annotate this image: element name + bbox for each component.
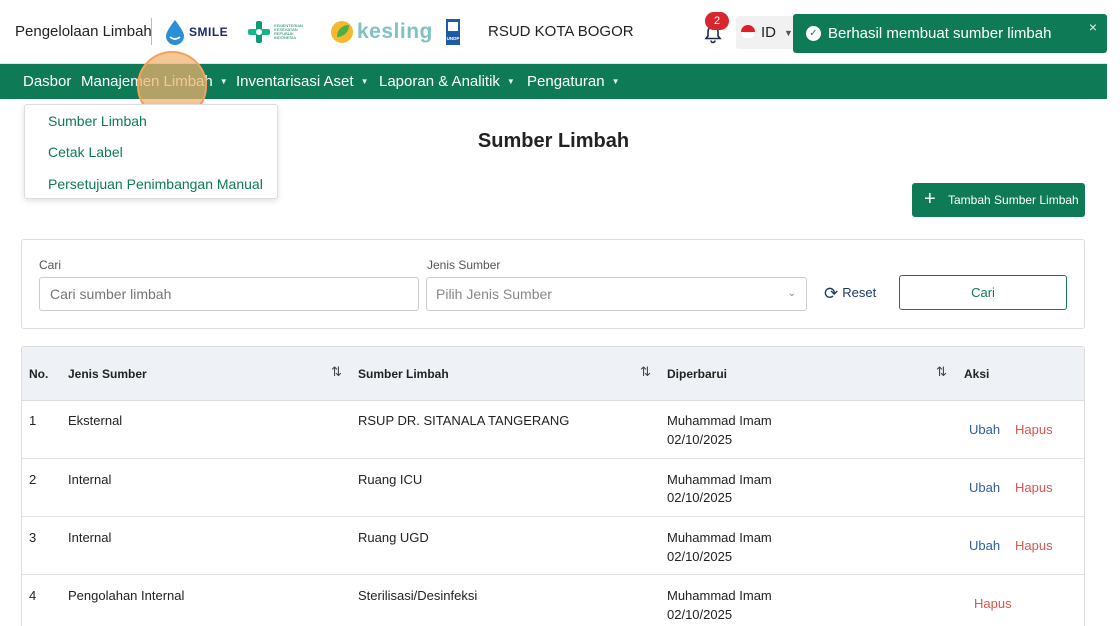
indonesia-flag-icon [741,25,755,39]
column-no: No. [29,367,49,381]
source-name: Sterilisasi/Desinfeksi [358,588,478,603]
column-diperbarui: Diperbarui [667,367,728,381]
reset-button[interactable]: ⟳ Reset [824,284,876,304]
water-drop-icon [166,20,184,45]
delete-link[interactable]: Hapus [1015,538,1053,553]
chevron-down-icon: ▼ [360,77,369,86]
nav-item-manajemen-limbah[interactable]: Manajemen Limbah ▼ [81,73,228,90]
kemenkes-emblem-icon [248,21,270,43]
chevron-down-icon: ▼ [506,77,515,86]
plus-icon: + [924,188,936,210]
updated-date: 02/10/2025 [667,549,733,564]
notification-badge: 2 [705,12,729,30]
chevron-down-icon: ▼ [611,77,620,86]
toast-message: Berhasil membuat sumber limbah [828,25,1052,42]
kesling-logo: kesling [330,16,433,48]
updated-by: Muhammad Imam [667,530,772,545]
nav-item-laporan-analitik[interactable]: Laporan & Analitik ▼ [379,73,515,90]
table-row: 2 Internal Ruang ICU Muhammad Imam 02/10… [22,459,1084,517]
close-icon[interactable]: × [1089,19,1097,35]
kesling-leaf-icon [331,21,353,43]
updated-date: 02/10/2025 [667,432,733,447]
delete-link[interactable]: Hapus [1015,422,1053,437]
main-nav: Dasbor Manajemen Limbah ▼ Inventarisasi A… [0,64,1107,99]
delete-link[interactable]: Hapus [974,596,1012,611]
updated-by: Muhammad Imam [667,588,772,603]
row-number: 4 [29,588,37,603]
undp-logo: UNDP [446,16,460,48]
chevron-down-icon: ▼ [784,28,793,38]
source-type: Internal [68,530,112,545]
edit-link[interactable]: Ubah [969,480,1000,495]
column-jenis-sumber: Jenis Sumber [68,367,147,381]
source-type: Pengolahan Internal [68,588,185,603]
updated-date: 02/10/2025 [667,607,733,622]
column-sumber-limbah: Sumber Limbah [358,367,449,381]
menu-item-sumber-limbah[interactable]: Sumber Limbah [48,113,147,129]
nav-item-pengaturan[interactable]: Pengaturan ▼ [527,73,620,90]
row-number: 1 [29,413,37,428]
nav-item-dasbor[interactable]: Dasbor [23,73,71,90]
language-selector[interactable]: ID ▼ [736,16,796,49]
source-name: RSUP DR. SITANALA TANGERANG [358,413,570,428]
search-input[interactable] [39,277,419,311]
success-toast: ✓ Berhasil membuat sumber limbah × [793,14,1107,53]
updated-by: Muhammad Imam [667,472,772,487]
sort-icon[interactable]: ⇅ [936,364,947,380]
source-type: Eksternal [68,413,123,428]
chevron-down-icon: ⌄ [787,288,796,299]
app-name: Pengelolaan Limbah [15,23,152,40]
source-type-label: Jenis Sumber [427,258,501,272]
smile-logo: SMILE [164,16,228,48]
source-name: Ruang ICU [358,472,423,487]
updated-date: 02/10/2025 [667,490,733,505]
waste-source-table: No. Jenis Sumber ⇅ Sumber Limbah ⇅ Diper… [21,346,1085,626]
row-number: 3 [29,530,37,545]
column-aksi: Aksi [964,367,990,381]
edit-link[interactable]: Ubah [969,538,1000,553]
refresh-icon: ⟳ [824,284,839,303]
menu-item-persetujuan-penimbangan-manual[interactable]: Persetujuan Penimbangan Manual [48,176,263,192]
sort-icon[interactable]: ⇅ [640,364,651,380]
row-number: 2 [29,472,37,487]
table-row: 4 Pengolahan Internal Sterilisasi/Desinf… [22,576,1084,626]
edit-link[interactable]: Ubah [969,422,1000,437]
nav-item-inventarisasi-aset[interactable]: Inventarisasi Aset ▼ [236,73,368,90]
kemenkes-logo: KEMENTERIAN KESEHATAN REPUBLIK INDONESIA [247,16,304,48]
table-row: 1 Eksternal RSUP DR. SITANALA TANGERANG … [22,401,1084,459]
add-waste-source-button[interactable]: + Tambah Sumber Limbah [912,183,1085,217]
filter-panel: Cari Jenis Sumber Pilih Jenis Sumber ⌄ ⟳… [21,239,1085,329]
source-type: Internal [68,472,112,487]
table-row: 3 Internal Ruang UGD Muhammad Imam 02/10… [22,517,1084,575]
sort-icon[interactable]: ⇅ [331,364,342,380]
updated-by: Muhammad Imam [667,413,772,428]
table-header: No. Jenis Sumber ⇅ Sumber Limbah ⇅ Diper… [22,347,1084,401]
source-name: Ruang UGD [358,530,429,545]
language-code: ID [761,24,776,41]
search-label: Cari [39,258,62,272]
source-type-select[interactable]: Pilih Jenis Sumber ⌄ [426,277,807,311]
delete-link[interactable]: Hapus [1015,480,1053,495]
hospital-name: RSUD KOTA BOGOR [488,23,634,40]
search-button[interactable]: Cari [899,275,1067,310]
header-divider [151,18,152,45]
check-circle-icon: ✓ [806,26,821,41]
chevron-down-icon: ▼ [219,77,228,86]
page-title: Sumber Limbah [477,130,630,152]
svg-text:UNDP: UNDP [447,36,460,41]
